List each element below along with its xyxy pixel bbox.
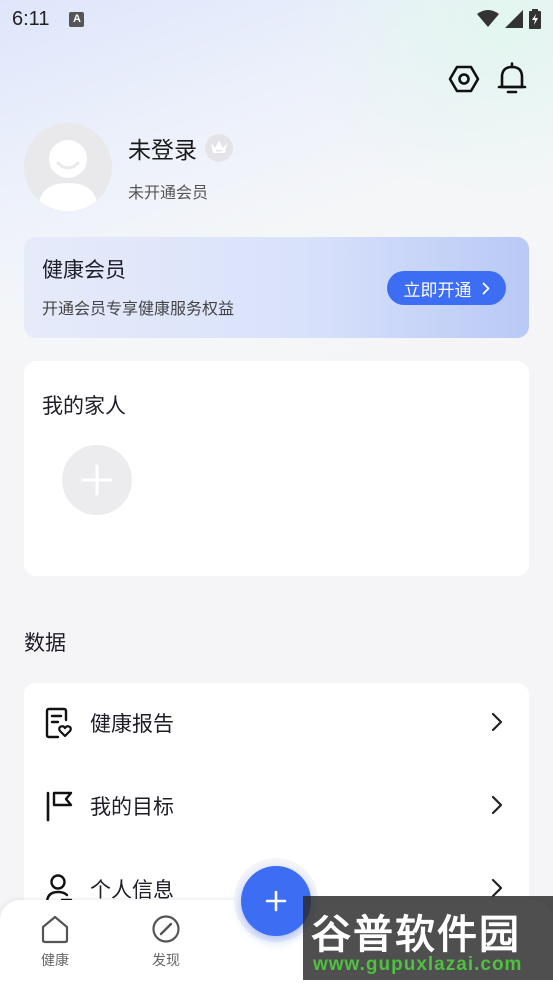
status-icons xyxy=(477,9,541,29)
watermark-text: 谷普软件园 xyxy=(311,912,521,958)
list-item-health-report[interactable]: 健康报告 xyxy=(24,693,529,753)
chevron-right-icon xyxy=(491,712,503,732)
bell-icon[interactable] xyxy=(495,62,529,96)
family-card: 我的家人 xyxy=(24,361,529,576)
username[interactable]: 未登录 xyxy=(128,131,197,165)
chevron-right-icon xyxy=(491,795,503,815)
vip-open-button-label: 立即开通 xyxy=(403,280,472,301)
add-record-fab[interactable] xyxy=(241,866,311,936)
tab-health[interactable]: 健康 xyxy=(25,914,85,970)
compass-icon xyxy=(152,915,180,943)
add-family-button[interactable] xyxy=(62,445,132,515)
list-item-my-goals[interactable]: 我的目标 xyxy=(24,776,529,836)
home-icon xyxy=(41,915,69,944)
profile-text: 未登录 未开通会员 xyxy=(128,131,233,203)
data-section-title: 数据 xyxy=(24,631,66,655)
list-item-label: 我的目标 xyxy=(90,795,174,819)
default-avatar-icon xyxy=(38,140,98,211)
vip-open-button[interactable]: 立即开通 xyxy=(387,271,506,305)
plus-icon xyxy=(265,890,287,912)
vip-subtitle: 开通会员专享健康服务权益 xyxy=(42,299,235,318)
battery-icon xyxy=(529,9,541,29)
tab-label: 发现 xyxy=(152,953,180,969)
chevron-right-icon xyxy=(482,282,489,294)
status-time: 6:11 xyxy=(12,7,50,30)
report-heart-icon xyxy=(42,706,76,740)
signal-icon xyxy=(505,10,523,28)
notification-a-icon: A xyxy=(69,11,85,27)
plus-icon xyxy=(81,464,113,496)
crown-icon xyxy=(205,134,233,162)
list-item-label: 健康报告 xyxy=(90,712,174,736)
tab-label: 健康 xyxy=(41,953,69,969)
status-bar: 6:11 A xyxy=(0,0,553,38)
tab-discover[interactable]: 发现 xyxy=(136,914,196,970)
flag-icon xyxy=(42,789,76,823)
header-actions xyxy=(447,62,529,96)
member-status: 未开通会员 xyxy=(128,183,209,202)
watermark-url: www.gupuxlazai.com xyxy=(313,954,523,975)
family-title: 我的家人 xyxy=(42,394,126,418)
avatar[interactable] xyxy=(24,123,112,211)
watermark: 谷普软件园 www.gupuxlazai.com xyxy=(303,896,553,980)
vip-card[interactable]: 健康会员 开通会员专享健康服务权益 立即开通 xyxy=(24,237,529,338)
profile-section[interactable]: 未登录 未开通会员 xyxy=(24,123,233,211)
vip-title: 健康会员 xyxy=(42,258,126,282)
wifi-icon xyxy=(477,10,499,27)
hexagon-settings-icon[interactable] xyxy=(447,62,481,96)
